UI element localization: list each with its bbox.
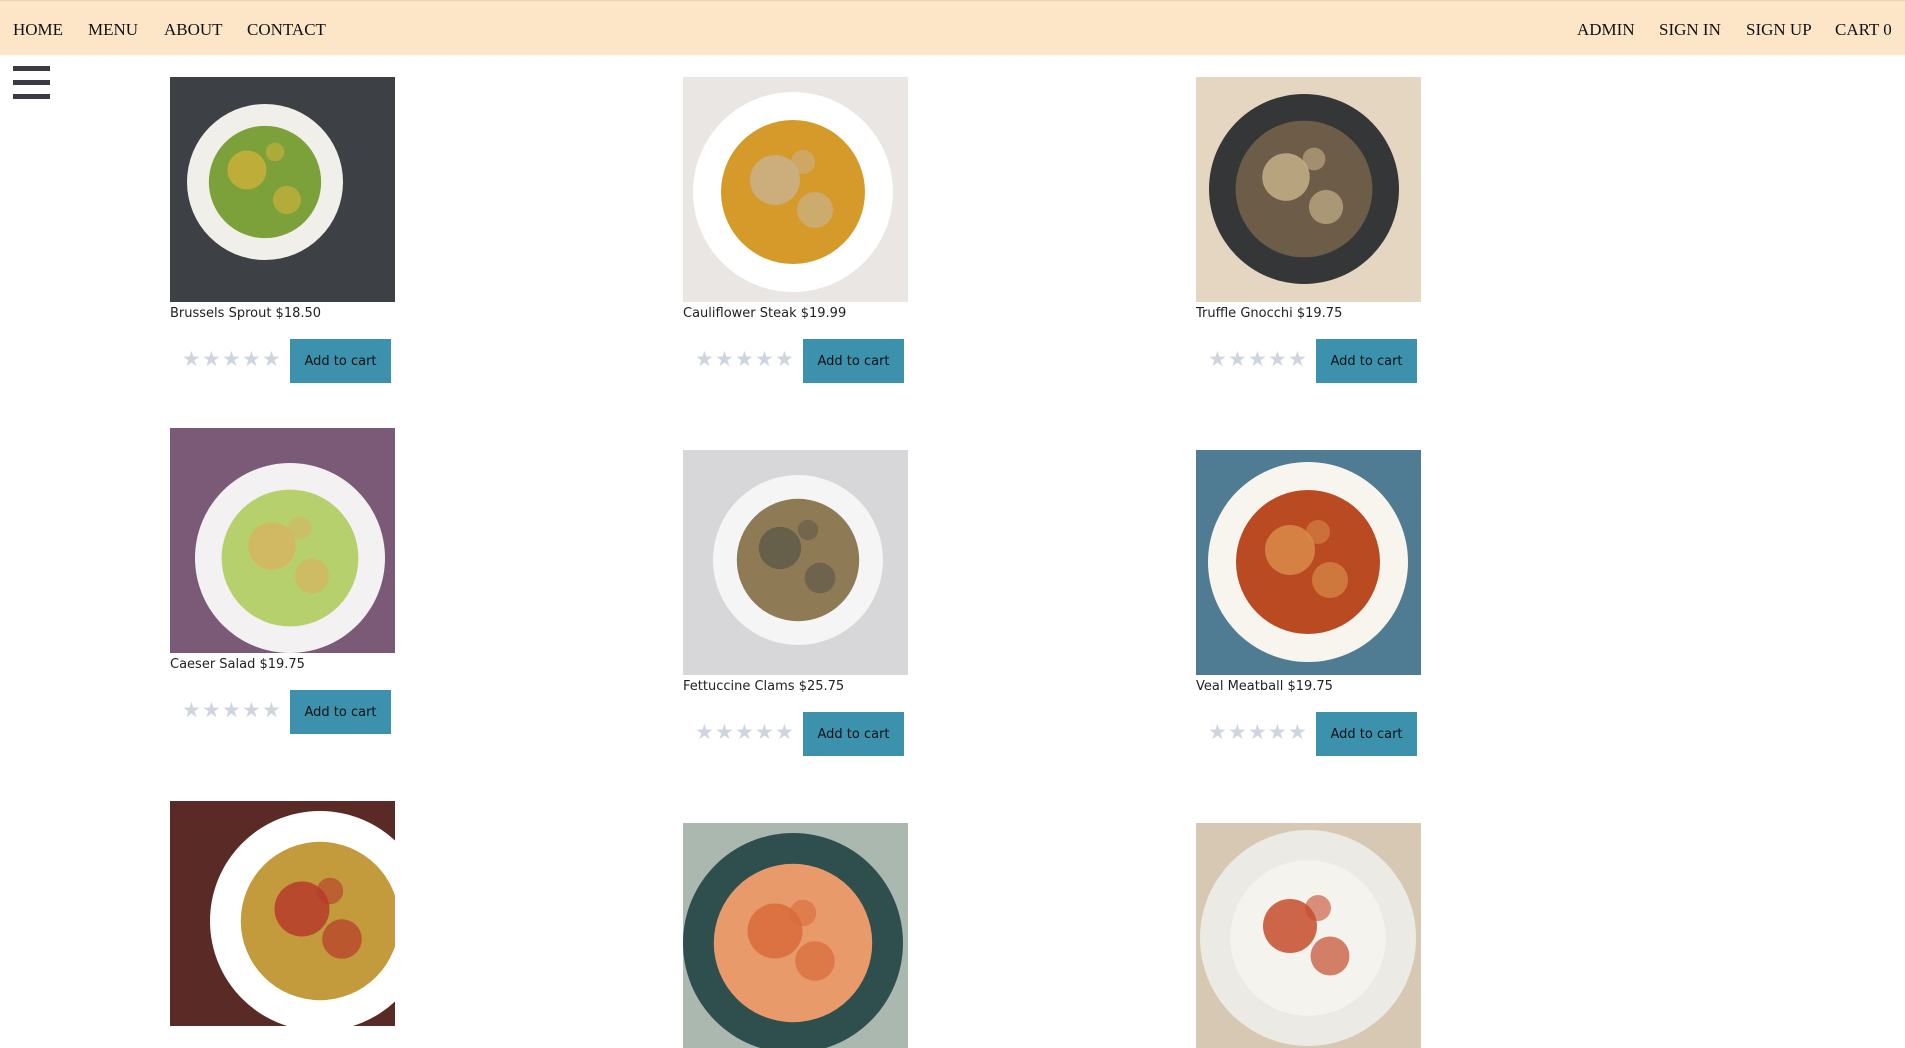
nav-menu-link[interactable]: MENU [88,20,138,40]
dish-caption: Veal Meatball $19.75 [1196,679,1333,694]
star-rating[interactable]: ★★★★★ [1208,720,1308,744]
nav-about-link[interactable]: ABOUT [164,20,223,40]
add-to-cart-button[interactable]: Add to cart [1316,339,1417,383]
add-to-cart-button[interactable]: Add to cart [803,339,904,383]
star-icon[interactable]: ★ [775,720,795,744]
dish-photo[interactable] [683,823,908,1048]
star-rating[interactable]: ★★★★★ [695,720,795,744]
dish-caption: Truffle Gnocchi $19.75 [1196,306,1343,321]
star-rating[interactable]: ★★★★★ [182,698,282,722]
star-icon[interactable]: ★ [222,698,242,722]
dish-photo[interactable] [170,801,395,1026]
hamburger-menu-icon[interactable] [13,66,50,99]
star-icon[interactable]: ★ [262,698,282,722]
star-icon[interactable]: ★ [755,720,775,744]
nav-contact-link[interactable]: CONTACT [247,20,326,40]
add-to-cart-button[interactable]: Add to cart [1316,712,1417,756]
dish-photo[interactable] [683,77,908,302]
star-icon[interactable]: ★ [715,347,735,371]
add-to-cart-button[interactable]: Add to cart [803,712,904,756]
dish-photo[interactable] [1196,77,1421,302]
top-navbar: HOME MENU ABOUT CONTACT ADMIN SIGN IN SI… [0,0,1905,55]
nav-sign-in-link[interactable]: SIGN IN [1659,20,1721,40]
add-to-cart-button[interactable]: Add to cart [290,690,391,734]
dish-photo[interactable] [170,77,395,302]
star-rating[interactable]: ★★★★★ [182,347,282,371]
star-icon[interactable]: ★ [1228,720,1248,744]
star-icon[interactable]: ★ [182,698,202,722]
dish-photo[interactable] [1196,823,1421,1048]
star-icon[interactable]: ★ [242,347,262,371]
star-icon[interactable]: ★ [695,347,715,371]
nav-admin-link[interactable]: ADMIN [1577,20,1635,40]
star-icon[interactable]: ★ [715,720,735,744]
star-icon[interactable]: ★ [1288,347,1308,371]
star-icon[interactable]: ★ [182,347,202,371]
star-icon[interactable]: ★ [1208,720,1228,744]
add-to-cart-button[interactable]: Add to cart [290,339,391,383]
star-icon[interactable]: ★ [1288,720,1308,744]
star-icon[interactable]: ★ [1208,347,1228,371]
star-icon[interactable]: ★ [1268,347,1288,371]
star-icon[interactable]: ★ [262,347,282,371]
star-icon[interactable]: ★ [1228,347,1248,371]
star-icon[interactable]: ★ [242,698,262,722]
star-icon[interactable]: ★ [222,347,242,371]
dish-photo[interactable] [170,428,395,653]
dish-caption: Fettuccine Clams $25.75 [683,679,845,694]
nav-sign-up-link[interactable]: SIGN UP [1746,20,1812,40]
star-icon[interactable]: ★ [1268,720,1288,744]
nav-home-link[interactable]: HOME [13,20,63,40]
star-rating[interactable]: ★★★★★ [1208,347,1308,371]
star-icon[interactable]: ★ [1248,347,1268,371]
dish-caption: Cauliflower Steak $19.99 [683,306,847,321]
star-icon[interactable]: ★ [695,720,715,744]
star-icon[interactable]: ★ [202,698,222,722]
dish-photo[interactable] [1196,450,1421,675]
star-icon[interactable]: ★ [775,347,795,371]
nav-cart-link[interactable]: CART 0 [1835,20,1892,40]
dish-photo[interactable] [683,450,908,675]
star-icon[interactable]: ★ [755,347,775,371]
star-icon[interactable]: ★ [735,720,755,744]
star-icon[interactable]: ★ [202,347,222,371]
star-icon[interactable]: ★ [735,347,755,371]
dish-caption: Caeser Salad $19.75 [170,657,305,672]
star-icon[interactable]: ★ [1248,720,1268,744]
star-rating[interactable]: ★★★★★ [695,347,795,371]
dish-caption: Brussels Sprout $18.50 [170,306,322,321]
